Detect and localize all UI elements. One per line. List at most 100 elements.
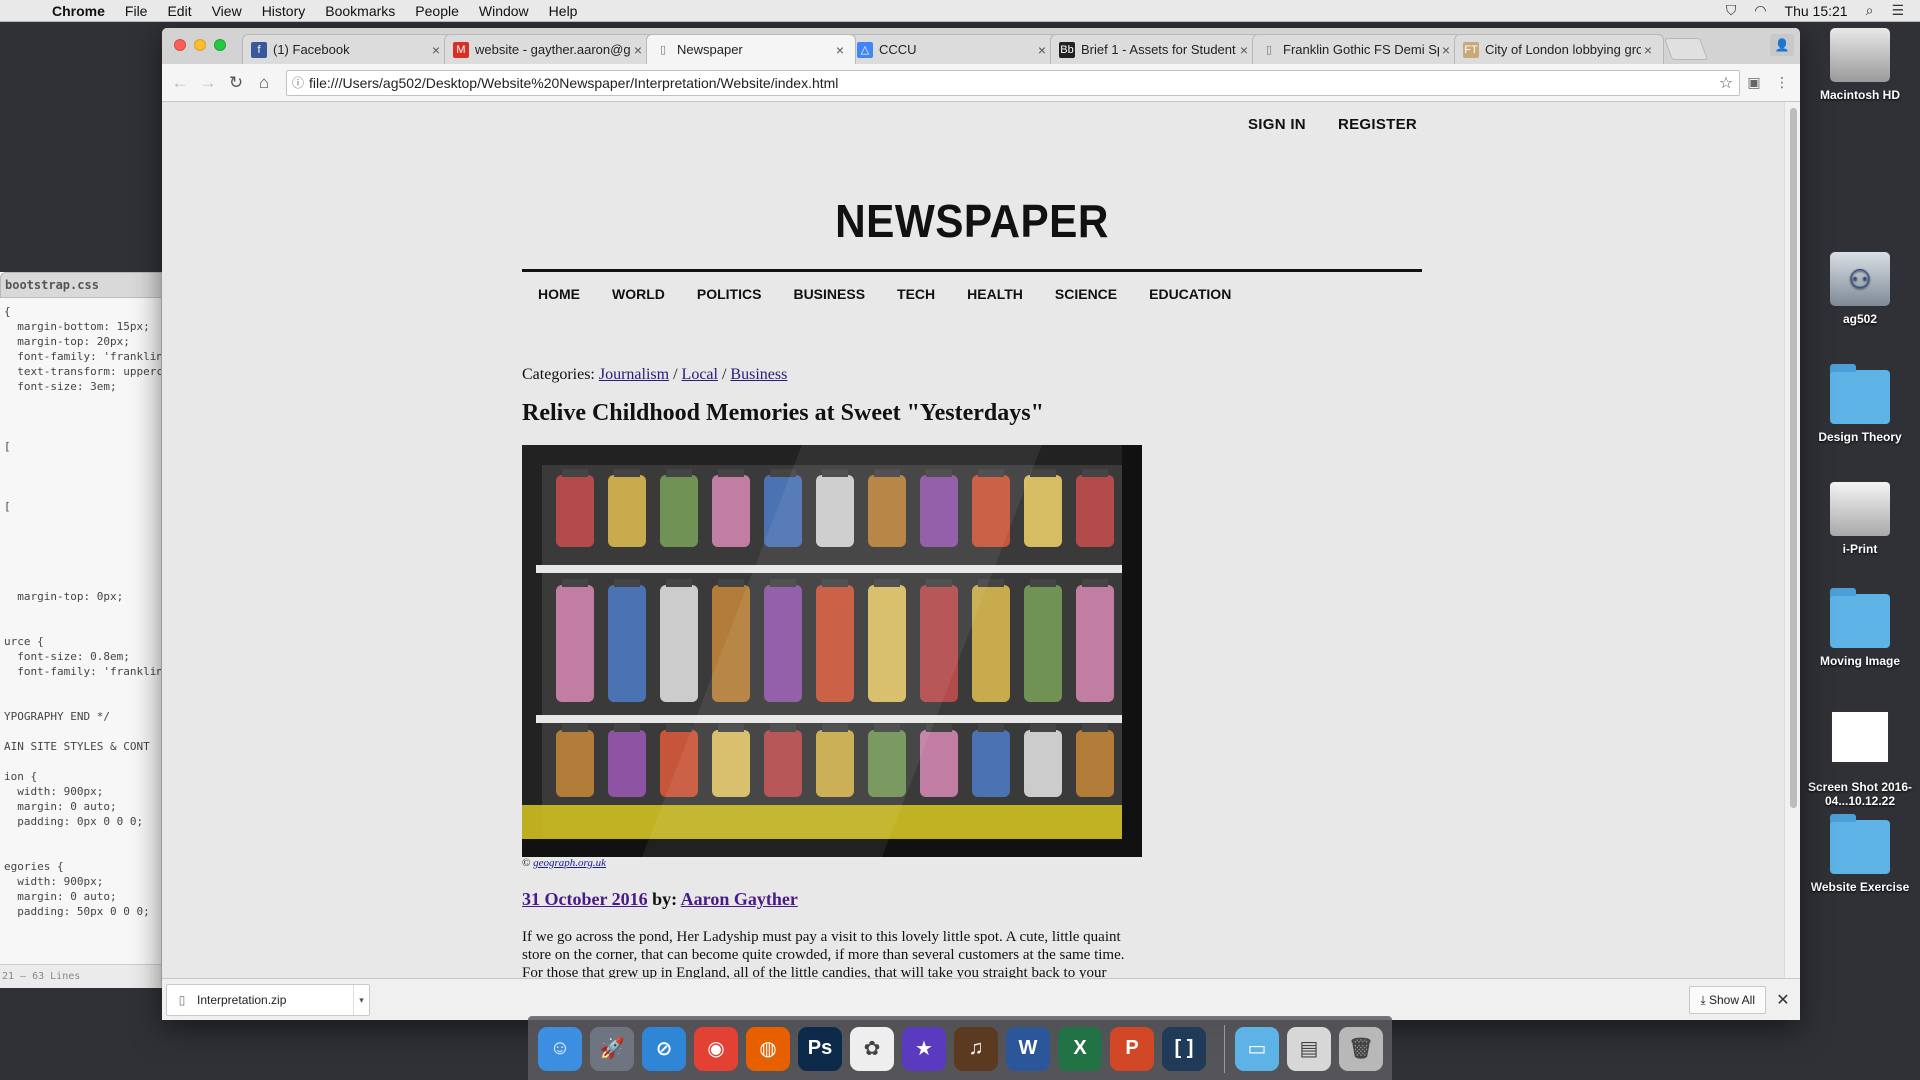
nav-health[interactable]: HEALTH (967, 286, 1023, 302)
firefox-icon[interactable]: ◍ (746, 1026, 790, 1071)
back-arrow-icon[interactable]: ← (166, 73, 194, 93)
launchpad-icon[interactable]: 🚀 (590, 1026, 634, 1071)
menu-people[interactable]: People (405, 3, 469, 19)
photoshop-icon[interactable]: Ps (798, 1026, 842, 1071)
home-icon[interactable]: ⌂ (250, 73, 278, 93)
menu-view[interactable]: View (202, 3, 252, 19)
nav-tech[interactable]: TECH (897, 286, 935, 302)
editor-code-line: padding: 0px 0 0 0; (4, 815, 144, 828)
address-bar[interactable]: ⓘ file:///Users/ag502/Desktop/Website%20… (286, 69, 1740, 96)
page-info-icon[interactable]: ⓘ (287, 74, 309, 91)
browser-tab[interactable]: f (1) Facebook × (242, 34, 452, 64)
menu-window[interactable]: Window (469, 3, 539, 19)
editor-code-line (4, 514, 161, 529)
photos-icon[interactable]: ✿ (850, 1026, 894, 1071)
nav-politics[interactable]: POLITICS (697, 286, 762, 302)
notification-center-icon[interactable]: ☰ (1891, 2, 1904, 19)
site-masthead[interactable]: NEWSPAPER (558, 194, 1386, 248)
page-scrollbar[interactable] (1784, 102, 1800, 978)
chrome-menu-icon[interactable]: ⋮ (1768, 74, 1796, 91)
browser-tab[interactable]: ▯ Franklin Gothic FS Demi Sp × (1252, 34, 1462, 64)
menu-file[interactable]: File (115, 3, 158, 19)
sign-in-link[interactable]: SIGN IN (1248, 116, 1306, 133)
new-tab-button[interactable] (1663, 38, 1709, 60)
window-close-button[interactable] (174, 39, 186, 51)
nav-science[interactable]: SCIENCE (1055, 286, 1117, 302)
tab-close-icon[interactable]: × (1641, 42, 1655, 58)
browser-tab[interactable]: Bb Brief 1 - Assets for Student × (1050, 34, 1260, 64)
category-link-local[interactable]: Local (682, 366, 718, 383)
desktop-icon-moving-image[interactable]: Moving Image (1800, 588, 1920, 668)
word-icon[interactable]: W (1006, 1026, 1050, 1071)
tab-close-icon[interactable]: × (429, 42, 443, 58)
documents-folder-icon[interactable]: ▭ (1235, 1026, 1279, 1071)
menubar-clock[interactable]: Thu 15:21 (1785, 3, 1848, 19)
finder-icon[interactable]: ☺ (538, 1026, 582, 1071)
downloads-stack-icon[interactable]: ▤ (1287, 1026, 1331, 1071)
desktop-icon-macintosh-hd[interactable]: Macintosh HD (1800, 28, 1920, 102)
browser-toolbar: ← → ↻ ⌂ ⓘ file:///Users/ag502/Desktop/We… (162, 64, 1800, 102)
bookmark-star-icon[interactable]: ☆ (1713, 73, 1739, 93)
desktop-icon-design-theory[interactable]: Design Theory (1800, 364, 1920, 444)
spotlight-search-icon[interactable]: ⌕ (1866, 2, 1874, 19)
forward-arrow-icon[interactable]: → (194, 73, 222, 93)
profile-icon[interactable]: 👤 (1770, 34, 1794, 56)
browser-tab[interactable]: △ CCCU × (848, 34, 1058, 64)
desktop-icon-website-exercise[interactable]: Website Exercise (1800, 814, 1920, 894)
menu-bookmarks[interactable]: Bookmarks (315, 3, 405, 19)
vpn-shield-icon[interactable]: ⛉ (1726, 2, 1737, 19)
desktop-icon-label: Moving Image (1819, 654, 1900, 668)
garageband-icon[interactable]: ♫ (954, 1026, 998, 1071)
download-filename[interactable]: Interpretation.zip (197, 993, 353, 1007)
wifi-icon[interactable]: ◠ (1754, 2, 1766, 19)
window-zoom-button[interactable] (214, 39, 226, 51)
macos-menu-bar: Chrome File Edit View History Bookmarks … (0, 0, 1920, 22)
menu-app-chrome[interactable]: Chrome (46, 3, 115, 19)
desktop-icon-ag502[interactable]: ⚇ ag502 (1800, 252, 1920, 326)
chrome-icon[interactable]: ◉ (694, 1026, 738, 1071)
powerpoint-icon[interactable]: P (1110, 1026, 1154, 1071)
brackets-icon[interactable]: [ ] (1162, 1026, 1206, 1071)
address-bar-url[interactable]: file:///Users/ag502/Desktop/Website%20Ne… (309, 75, 1713, 91)
browser-tab[interactable]: FT City of London lobbying gro × (1454, 34, 1664, 64)
nav-education[interactable]: EDUCATION (1149, 286, 1231, 302)
tab-close-icon[interactable]: × (1439, 42, 1453, 58)
tab-close-icon[interactable]: × (1035, 42, 1049, 58)
download-arrow-icon: ⤓ (1700, 992, 1709, 1007)
download-menu-caret-icon[interactable]: ▾ (353, 984, 369, 1015)
category-link-business[interactable]: Business (730, 366, 787, 383)
tab-close-icon[interactable]: × (833, 42, 847, 58)
jar-lid (978, 724, 1004, 732)
nav-business[interactable]: BUSINESS (793, 286, 865, 302)
editor-code-line: [ (4, 440, 11, 453)
author-link[interactable]: Aaron Gayther (681, 889, 798, 909)
scrollbar-thumb[interactable] (1790, 108, 1797, 808)
close-downloads-shelf-icon[interactable]: ✕ (1766, 990, 1800, 1010)
register-link[interactable]: REGISTER (1338, 116, 1417, 133)
download-item[interactable]: ▯ Interpretation.zip ▾ (166, 983, 370, 1016)
reload-icon[interactable]: ↻ (222, 73, 250, 93)
menu-edit[interactable]: Edit (157, 3, 201, 19)
category-link-journalism[interactable]: Journalism (599, 366, 669, 383)
caption-source-link[interactable]: geograph.org.uk (533, 857, 606, 869)
tab-close-icon[interactable]: × (631, 42, 645, 58)
safari-icon[interactable]: ⊘ (642, 1026, 686, 1071)
editor-code-area[interactable]: { margin-bottom: 15px; margin-top: 20px;… (0, 298, 161, 919)
window-minimize-button[interactable] (194, 39, 206, 51)
extension-icon[interactable]: ▣ (1740, 74, 1768, 91)
menu-history[interactable]: History (252, 3, 316, 19)
article-date-link[interactable]: 31 October 2016 (522, 889, 648, 909)
desktop-icon-i-print[interactable]: i-Print (1800, 482, 1920, 556)
imovie-icon[interactable]: ★ (902, 1026, 946, 1071)
desktop-icon-screen-shot[interactable]: Screen Shot 2016-04...10.12.22 (1800, 710, 1920, 808)
editor-file-tab[interactable]: bootstrap.css (0, 272, 161, 298)
browser-tab[interactable]: Mwebsite - gayther.aaron@gm × (444, 34, 654, 64)
browser-tab[interactable]: ▯ Newspaper × (646, 34, 856, 64)
nav-world[interactable]: WORLD (612, 286, 665, 302)
trash-icon[interactable]: 🗑 (1339, 1026, 1383, 1071)
excel-icon[interactable]: X (1058, 1026, 1102, 1071)
tab-close-icon[interactable]: × (1237, 42, 1251, 58)
nav-home[interactable]: HOME (538, 286, 580, 302)
menu-help[interactable]: Help (539, 3, 588, 19)
show-all-downloads-button[interactable]: ⤓ Show All (1689, 985, 1766, 1014)
